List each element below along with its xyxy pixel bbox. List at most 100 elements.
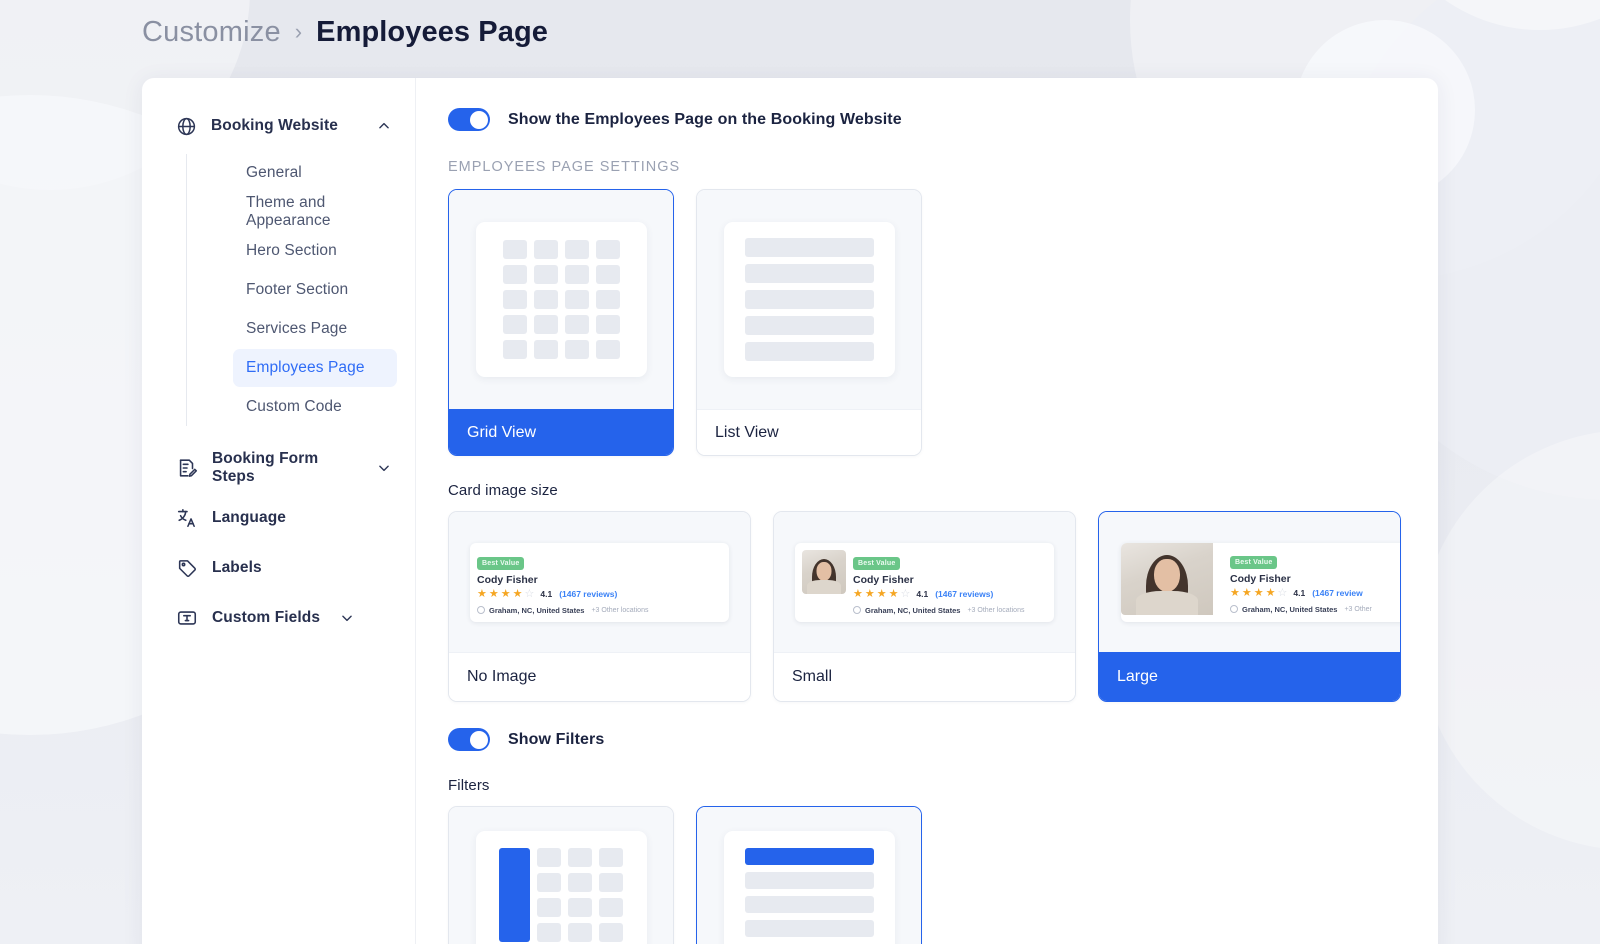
- placeholder-cell: [568, 873, 592, 892]
- view-option-label: Grid View: [449, 409, 673, 455]
- grid-view-mock: [475, 222, 647, 377]
- placeholder-cell: [568, 923, 592, 942]
- sidebar-item-hero-section[interactable]: Hero Section: [233, 232, 397, 270]
- location-pin-icon: [477, 606, 485, 614]
- background-blob: [1375, 0, 1600, 30]
- view-option-grid[interactable]: Grid View: [448, 189, 674, 456]
- background-blob: [1420, 430, 1600, 850]
- star-icon: ★: [512, 587, 523, 600]
- sidebar-item-footer-section[interactable]: Footer Section: [233, 271, 397, 309]
- placeholder-cell: [533, 315, 558, 334]
- star-icon: ★: [477, 587, 487, 600]
- rating-value: 4.1: [540, 589, 553, 599]
- best-value-badge: Best Value: [853, 556, 901, 570]
- placeholder-cell: [502, 240, 527, 259]
- placeholder-row: [744, 264, 874, 283]
- placeholder-cell: [502, 340, 527, 359]
- view-option-list[interactable]: List View: [696, 189, 922, 456]
- star-icon: ★: [488, 587, 499, 600]
- chevron-down-icon[interactable]: [377, 461, 391, 475]
- placeholder-cell: [595, 290, 620, 309]
- placeholder-row: [744, 316, 874, 335]
- sidebar-item-employees-page[interactable]: Employees Page: [233, 349, 397, 387]
- star-icon: ★: [888, 587, 899, 600]
- sidebar-item-booking-form-steps[interactable]: Booking Form Steps: [142, 443, 415, 493]
- list-view-mock: [723, 222, 895, 377]
- employee-location: Graham, NC, United States +3 Other locat…: [853, 606, 1047, 615]
- rating-value: 4.1: [916, 589, 929, 599]
- placeholder-cell: [533, 265, 558, 284]
- tag-icon: [175, 557, 198, 580]
- translate-icon: [175, 507, 198, 530]
- location-pin-icon: [853, 606, 861, 614]
- view-option-label: List View: [697, 409, 921, 455]
- card-size-label: Large: [1099, 652, 1400, 701]
- other-locations-text: +3 Other locations: [591, 606, 649, 614]
- sidebar-item-label: Language: [212, 509, 287, 526]
- star-icon: ★: [853, 587, 863, 600]
- star-outline-icon: ☆: [524, 587, 535, 600]
- other-locations-text: +3 Other: [1344, 605, 1372, 613]
- employee-rating: ★ ★ ★ ★ ☆ 4.1 (1467 reviews): [477, 587, 722, 600]
- placeholder-cell: [533, 290, 558, 309]
- star-outline-icon: ☆: [1277, 586, 1288, 599]
- employee-card-mock: Best Value Cody Fisher ★ ★ ★ ★ ☆ 4.1 (14…: [1121, 542, 1400, 622]
- employee-location: Graham, NC, United States +3 Other locat…: [477, 606, 722, 615]
- sidebar-group-booking-website[interactable]: Booking Website: [142, 108, 415, 144]
- employee-avatar: [1121, 542, 1213, 615]
- toggle-knob: [469, 110, 488, 129]
- employee-card-body: Best Value Cody Fisher ★ ★ ★ ★ ☆ 4.1 (14…: [853, 550, 1047, 615]
- avatar-face: [816, 561, 832, 581]
- location-text: Graham, NC, United States: [1242, 604, 1338, 614]
- employee-name: Cody Fisher: [477, 573, 538, 586]
- star-icon: ★: [1265, 586, 1276, 599]
- filter-option-top[interactable]: Top Filters: [696, 806, 922, 944]
- show-filters-toggle[interactable]: [448, 728, 490, 751]
- sidebar-subitems: General Theme and Appearance Hero Sectio…: [186, 154, 415, 426]
- placeholder-cell: [595, 265, 620, 284]
- placeholder-cell: [502, 315, 527, 334]
- sidebar-item-theme-and-appearance[interactable]: Theme and Appearance: [233, 193, 397, 231]
- card-size-option-no-image[interactable]: Best Value Cody Fisher ★ ★ ★ ★ ☆ 4.1 (14…: [448, 511, 751, 702]
- page-title: Employees Page: [316, 16, 549, 48]
- sidebar-item-language[interactable]: Language: [142, 493, 415, 543]
- filter-option-sidebar[interactable]: Sidebar Filters: [448, 806, 674, 944]
- chevron-up-icon[interactable]: [377, 119, 391, 133]
- placeholder-cell: [564, 315, 589, 334]
- employees-page-settings-caption: EMPLOYEES PAGE SETTINGS: [448, 159, 681, 175]
- location-text: Graham, NC, United States: [865, 605, 961, 615]
- sidebar-item-custom-code[interactable]: Custom Code: [233, 388, 397, 426]
- filters-options-row: Sidebar Filters: [448, 806, 1408, 944]
- star-outline-icon: ☆: [900, 587, 911, 600]
- top-filter-preview: [697, 807, 921, 944]
- sidebar-filter-layout: [499, 848, 623, 942]
- sidebar-item-label: Custom Fields: [212, 609, 321, 626]
- breadcrumb-root-link[interactable]: Customize: [142, 16, 281, 49]
- avatar-body: [1136, 590, 1198, 615]
- placeholder-cell: [564, 290, 589, 309]
- sidebar-item-custom-fields[interactable]: Custom Fields: [142, 593, 415, 643]
- show-filters-row: Show Filters: [448, 728, 1408, 751]
- show-employees-page-toggle[interactable]: [448, 108, 490, 131]
- chevron-down-icon[interactable]: [340, 611, 354, 625]
- no-image-preview: Best Value Cody Fisher ★ ★ ★ ★ ☆ 4.1 (14…: [449, 512, 750, 652]
- sidebar-item-labels[interactable]: Labels: [142, 543, 415, 593]
- chevron-right-icon: ›: [294, 18, 303, 44]
- show-employees-page-row: Show the Employees Page on the Booking W…: [448, 108, 1408, 131]
- placeholder-row: [744, 872, 874, 889]
- filter-rail: [499, 848, 530, 942]
- card-size-option-small[interactable]: Best Value Cody Fisher ★ ★ ★ ★ ☆ 4.1 (14…: [773, 511, 1076, 702]
- sidebar-filter-preview: [449, 807, 673, 944]
- filter-bar-active: [744, 848, 874, 865]
- small-image-preview: Best Value Cody Fisher ★ ★ ★ ★ ☆ 4.1 (14…: [774, 512, 1075, 652]
- placeholder-cell: [502, 265, 527, 284]
- show-employees-page-label: Show the Employees Page on the Booking W…: [508, 110, 902, 128]
- sidebar-item-general[interactable]: General: [233, 154, 397, 192]
- card-size-option-large[interactable]: Best Value Cody Fisher ★ ★ ★ ★ ☆ 4.1 (14…: [1098, 511, 1401, 702]
- sidebar-item-label: Labels: [212, 559, 262, 576]
- card-size-label: Small: [774, 652, 1075, 701]
- sidebar-item-services-page[interactable]: Services Page: [233, 310, 397, 348]
- employee-location: Graham, NC, United States +3 Other: [1230, 605, 1400, 614]
- placeholder-cell: [533, 340, 558, 359]
- star-icon: ★: [864, 587, 875, 600]
